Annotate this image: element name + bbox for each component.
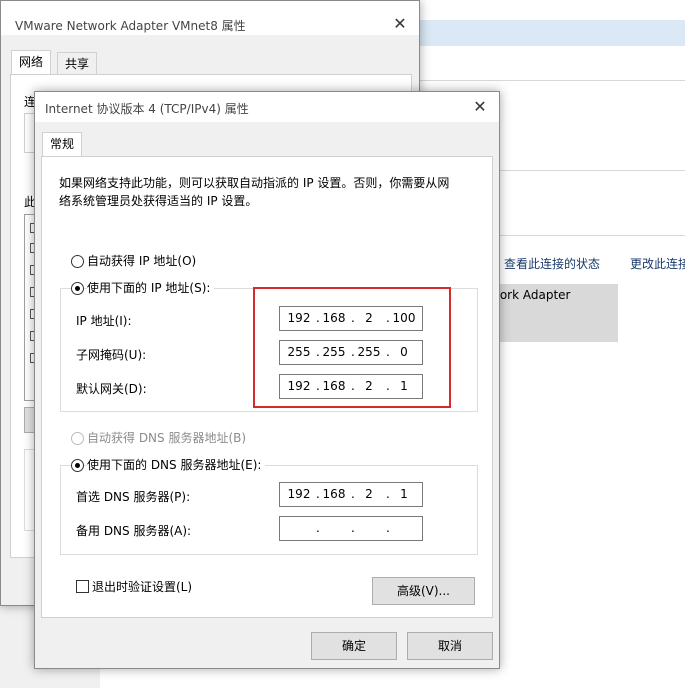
- manual-dns-group: [60, 465, 478, 555]
- default-gateway-label: 默认网关(D):: [76, 382, 147, 396]
- ip-address-label: IP 地址(I):: [76, 314, 132, 328]
- ok-button[interactable]: 确定: [311, 632, 397, 660]
- tab-sharing[interactable]: 共享: [57, 52, 98, 75]
- dns-octet: 1: [400, 487, 408, 501]
- description-line-2: 络系统管理员处获得适当的 IP 设置。: [59, 194, 258, 208]
- manual-ip-radio[interactable]: [71, 282, 84, 295]
- alternate-dns-field[interactable]: . . .: [279, 516, 423, 541]
- toolbar-view-status[interactable]: 查看此连接的状态: [504, 255, 600, 272]
- highlight-box: [253, 287, 451, 408]
- dns-octet: 168: [322, 487, 346, 501]
- close-icon[interactable]: ✕: [387, 11, 413, 37]
- adapter-item-label: work Adapter: [490, 288, 571, 302]
- manual-dns-label[interactable]: 使用下面的 DNS 服务器地址(E):: [87, 456, 266, 473]
- validate-label[interactable]: 退出时验证设置(L): [92, 578, 192, 595]
- preferred-dns-field[interactable]: 192 . 168 . 2 . 1: [279, 482, 423, 507]
- auto-dns-label[interactable]: 自动获得 DNS 服务器地址(B): [87, 429, 246, 446]
- advanced-button[interactable]: 高级(V)...: [372, 577, 475, 605]
- divider: [500, 235, 685, 236]
- subnet-mask-label: 子网掩码(U):: [76, 348, 147, 362]
- validate-checkbox[interactable]: [76, 580, 89, 593]
- alternate-dns-label: 备用 DNS 服务器(A):: [76, 524, 192, 538]
- dialog-title: Internet 协议版本 4 (TCP/IPv4) 属性: [45, 102, 249, 116]
- description-line-1: 如果网络支持此功能，则可以获取自动指派的 IP 设置。否则，你需要从网: [59, 176, 450, 190]
- toolbar-change-connection[interactable]: 更改此连接: [630, 255, 685, 272]
- title-bar: Internet 协议版本 4 (TCP/IPv4) 属性 ✕: [35, 92, 499, 122]
- adapter-list-item[interactable]: work Adapter: [490, 284, 618, 342]
- dns-octet: 192: [287, 487, 311, 501]
- divider: [500, 170, 685, 171]
- cancel-button[interactable]: 取消: [407, 632, 493, 660]
- auto-ip-radio[interactable]: [71, 255, 84, 268]
- dialog-title: VMware Network Adapter VMnet8 属性: [15, 19, 246, 33]
- preferred-dns-label: 首选 DNS 服务器(P):: [76, 490, 191, 504]
- title-bar: VMware Network Adapter VMnet8 属性 ✕: [1, 1, 419, 35]
- manual-dns-radio[interactable]: [71, 459, 84, 472]
- close-icon[interactable]: ✕: [467, 94, 493, 120]
- auto-ip-label[interactable]: 自动获得 IP 地址(O): [87, 252, 196, 269]
- dns-octet: 2: [365, 487, 373, 501]
- manual-ip-label[interactable]: 使用下面的 IP 地址(S):: [87, 279, 215, 296]
- auto-dns-radio[interactable]: [71, 432, 84, 445]
- ipv4-properties-dialog: Internet 协议版本 4 (TCP/IPv4) 属性 ✕ 常规 如果网络支…: [34, 91, 500, 669]
- tab-network[interactable]: 网络: [11, 50, 52, 75]
- tab-general[interactable]: 常规: [42, 132, 83, 157]
